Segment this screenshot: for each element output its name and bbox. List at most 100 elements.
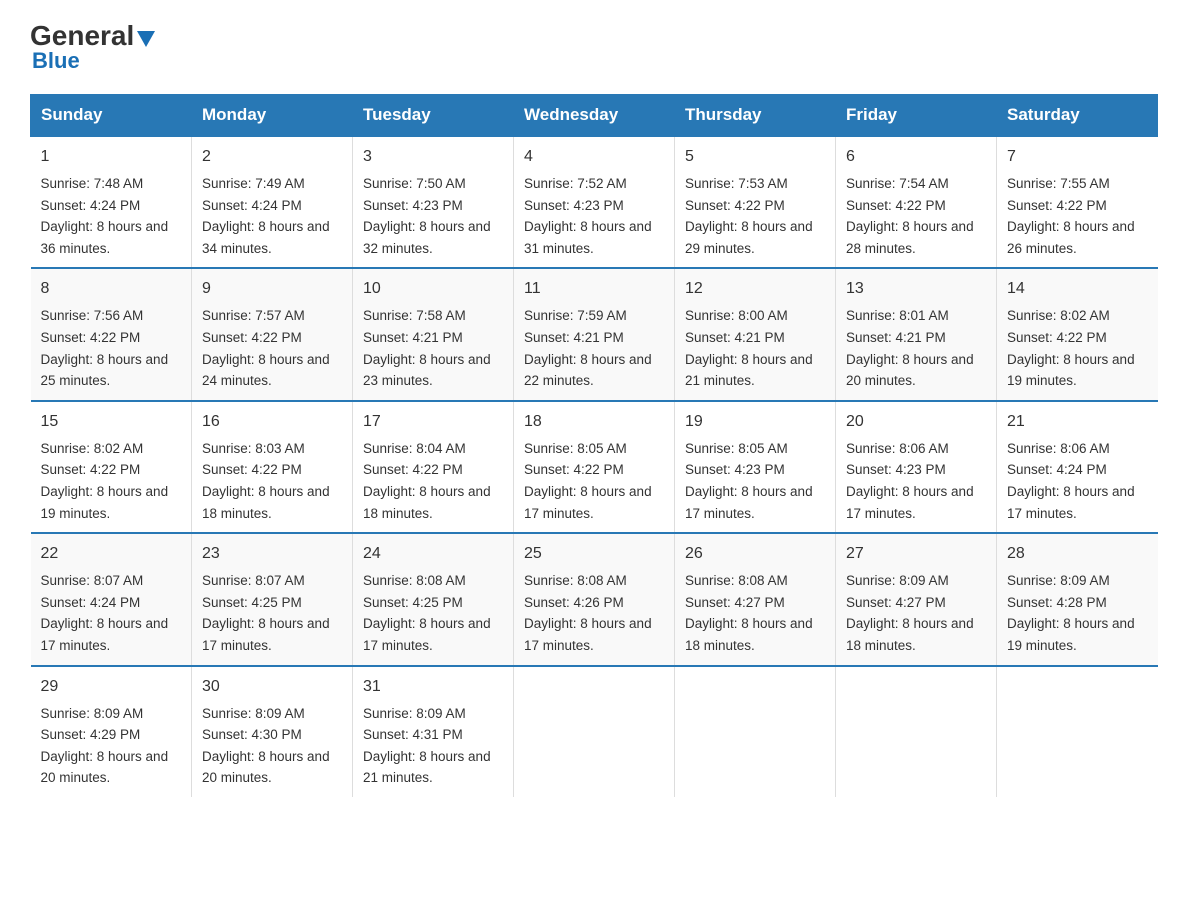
calendar-cell <box>514 666 675 797</box>
day-number: 12 <box>685 277 825 301</box>
calendar-cell: 29 Sunrise: 8:09 AMSunset: 4:29 PMDayligh… <box>31 666 192 797</box>
calendar-cell <box>997 666 1158 797</box>
calendar-cell: 10 Sunrise: 7:58 AMSunset: 4:21 PMDayligh… <box>353 268 514 400</box>
day-number: 5 <box>685 145 825 169</box>
day-number: 28 <box>1007 542 1148 566</box>
calendar-week-2: 8Sunrise: 7:56 AMSunset: 4:22 PMDaylight… <box>31 268 1158 400</box>
calendar-week-1: 1 Sunrise: 7:48 AMSunset: 4:24 PMDaylight… <box>31 136 1158 268</box>
day-number: 14 <box>1007 277 1148 301</box>
calendar-cell: 2 Sunrise: 7:49 AMSunset: 4:24 PMDaylight… <box>192 136 353 268</box>
weekday-header-monday: Monday <box>192 95 353 137</box>
calendar-cell <box>675 666 836 797</box>
day-number: 30 <box>202 675 342 699</box>
day-number: 27 <box>846 542 986 566</box>
calendar-cell: 26 Sunrise: 8:08 AMSunset: 4:27 PMDayligh… <box>675 533 836 665</box>
calendar-cell: 18 Sunrise: 8:05 AMSunset: 4:22 PMDayligh… <box>514 401 675 533</box>
calendar-cell: 16 Sunrise: 8:03 AMSunset: 4:22 PMDayligh… <box>192 401 353 533</box>
day-number: 21 <box>1007 410 1148 434</box>
calendar-cell: 6 Sunrise: 7:54 AMSunset: 4:22 PMDaylight… <box>836 136 997 268</box>
day-info: Sunrise: 8:08 AMSunset: 4:27 PMDaylight:… <box>685 570 825 656</box>
day-info: Sunrise: 8:07 AMSunset: 4:25 PMDaylight:… <box>202 570 342 656</box>
calendar-cell: 27 Sunrise: 8:09 AMSunset: 4:27 PMDayligh… <box>836 533 997 665</box>
day-info: Sunrise: 7:55 AMSunset: 4:22 PMDaylight:… <box>1007 173 1148 259</box>
day-info: Sunrise: 8:08 AMSunset: 4:26 PMDaylight:… <box>524 570 664 656</box>
day-info: Sunrise: 8:01 AMSunset: 4:21 PMDaylight:… <box>846 305 986 391</box>
day-info: Sunrise: 7:57 AMSunset: 4:22 PMDaylight:… <box>202 305 342 391</box>
calendar-cell: 25 Sunrise: 8:08 AMSunset: 4:26 PMDayligh… <box>514 533 675 665</box>
calendar-cell: 7 Sunrise: 7:55 AMSunset: 4:22 PMDaylight… <box>997 136 1158 268</box>
day-info: Sunrise: 7:59 AMSunset: 4:21 PMDaylight:… <box>524 305 664 391</box>
day-number: 6 <box>846 145 986 169</box>
day-info: Sunrise: 8:09 AMSunset: 4:28 PMDaylight:… <box>1007 570 1148 656</box>
day-info: Sunrise: 8:02 AMSunset: 4:22 PMDaylight:… <box>41 438 182 524</box>
day-info: Sunrise: 7:54 AMSunset: 4:22 PMDaylight:… <box>846 173 986 259</box>
day-number: 18 <box>524 410 664 434</box>
calendar-cell: 13 Sunrise: 8:01 AMSunset: 4:21 PMDayligh… <box>836 268 997 400</box>
day-info: Sunrise: 8:09 AMSunset: 4:27 PMDaylight:… <box>846 570 986 656</box>
day-number: 19 <box>685 410 825 434</box>
day-info: Sunrise: 7:49 AMSunset: 4:24 PMDaylight:… <box>202 173 342 259</box>
day-number: 10 <box>363 277 503 301</box>
day-info: Sunrise: 8:02 AMSunset: 4:22 PMDaylight:… <box>1007 305 1148 391</box>
day-info: Sunrise: 8:04 AMSunset: 4:22 PMDaylight:… <box>363 438 503 524</box>
day-info: Sunrise: 7:53 AMSunset: 4:22 PMDaylight:… <box>685 173 825 259</box>
day-number: 17 <box>363 410 503 434</box>
weekday-header-tuesday: Tuesday <box>353 95 514 137</box>
calendar-cell: 5 Sunrise: 7:53 AMSunset: 4:22 PMDaylight… <box>675 136 836 268</box>
calendar-cell: 1 Sunrise: 7:48 AMSunset: 4:24 PMDaylight… <box>31 136 192 268</box>
day-info: Sunrise: 8:09 AMSunset: 4:29 PMDaylight:… <box>41 703 182 789</box>
day-info: Sunrise: 8:06 AMSunset: 4:24 PMDaylight:… <box>1007 438 1148 524</box>
calendar-cell: 20 Sunrise: 8:06 AMSunset: 4:23 PMDayligh… <box>836 401 997 533</box>
calendar-cell: 22 Sunrise: 8:07 AMSunset: 4:24 PMDayligh… <box>31 533 192 665</box>
weekday-header-sunday: Sunday <box>31 95 192 137</box>
calendar-cell: 31 Sunrise: 8:09 AMSunset: 4:31 PMDayligh… <box>353 666 514 797</box>
day-number: 26 <box>685 542 825 566</box>
calendar-week-3: 15Sunrise: 8:02 AMSunset: 4:22 PMDayligh… <box>31 401 1158 533</box>
day-info: Sunrise: 8:06 AMSunset: 4:23 PMDaylight:… <box>846 438 986 524</box>
day-number: 24 <box>363 542 503 566</box>
calendar-cell: 9 Sunrise: 7:57 AMSunset: 4:22 PMDaylight… <box>192 268 353 400</box>
day-info: Sunrise: 7:56 AMSunset: 4:22 PMDaylight:… <box>41 305 182 391</box>
calendar-cell: 23 Sunrise: 8:07 AMSunset: 4:25 PMDayligh… <box>192 533 353 665</box>
day-number: 7 <box>1007 145 1148 169</box>
logo-triangle-icon <box>137 31 155 47</box>
day-number: 13 <box>846 277 986 301</box>
day-number: 23 <box>202 542 342 566</box>
day-number: 16 <box>202 410 342 434</box>
calendar-cell: 11 Sunrise: 7:59 AMSunset: 4:21 PMDayligh… <box>514 268 675 400</box>
day-number: 9 <box>202 277 342 301</box>
calendar-table: SundayMondayTuesdayWednesdayThursdayFrid… <box>30 94 1158 797</box>
calendar-cell: 30 Sunrise: 8:09 AMSunset: 4:30 PMDayligh… <box>192 666 353 797</box>
day-number: 2 <box>202 145 342 169</box>
day-info: Sunrise: 8:09 AMSunset: 4:30 PMDaylight:… <box>202 703 342 789</box>
weekday-header-saturday: Saturday <box>997 95 1158 137</box>
day-number: 11 <box>524 277 664 301</box>
day-number: 31 <box>363 675 503 699</box>
day-number: 20 <box>846 410 986 434</box>
day-number: 25 <box>524 542 664 566</box>
calendar-cell <box>836 666 997 797</box>
day-info: Sunrise: 8:05 AMSunset: 4:22 PMDaylight:… <box>524 438 664 524</box>
calendar-cell: 19 Sunrise: 8:05 AMSunset: 4:23 PMDayligh… <box>675 401 836 533</box>
calendar-cell: 15Sunrise: 8:02 AMSunset: 4:22 PMDayligh… <box>31 401 192 533</box>
day-info: Sunrise: 8:05 AMSunset: 4:23 PMDaylight:… <box>685 438 825 524</box>
day-number: 22 <box>41 542 182 566</box>
weekday-header-row: SundayMondayTuesdayWednesdayThursdayFrid… <box>31 95 1158 137</box>
weekday-header-friday: Friday <box>836 95 997 137</box>
day-info: Sunrise: 7:58 AMSunset: 4:21 PMDaylight:… <box>363 305 503 391</box>
calendar-week-4: 22 Sunrise: 8:07 AMSunset: 4:24 PMDayligh… <box>31 533 1158 665</box>
day-info: Sunrise: 8:07 AMSunset: 4:24 PMDaylight:… <box>41 570 182 656</box>
day-info: Sunrise: 7:48 AMSunset: 4:24 PMDaylight:… <box>41 173 182 259</box>
calendar-cell: 14 Sunrise: 8:02 AMSunset: 4:22 PMDayligh… <box>997 268 1158 400</box>
logo-blue-text: Blue <box>32 48 80 74</box>
day-number: 4 <box>524 145 664 169</box>
calendar-cell: 8Sunrise: 7:56 AMSunset: 4:22 PMDaylight… <box>31 268 192 400</box>
calendar-cell: 3Sunrise: 7:50 AMSunset: 4:23 PMDaylight… <box>353 136 514 268</box>
day-info: Sunrise: 8:09 AMSunset: 4:31 PMDaylight:… <box>363 703 503 789</box>
weekday-header-thursday: Thursday <box>675 95 836 137</box>
page-header: General Blue <box>30 20 1158 74</box>
day-info: Sunrise: 8:03 AMSunset: 4:22 PMDaylight:… <box>202 438 342 524</box>
calendar-cell: 24Sunrise: 8:08 AMSunset: 4:25 PMDayligh… <box>353 533 514 665</box>
day-number: 1 <box>41 145 182 169</box>
day-number: 29 <box>41 675 182 699</box>
